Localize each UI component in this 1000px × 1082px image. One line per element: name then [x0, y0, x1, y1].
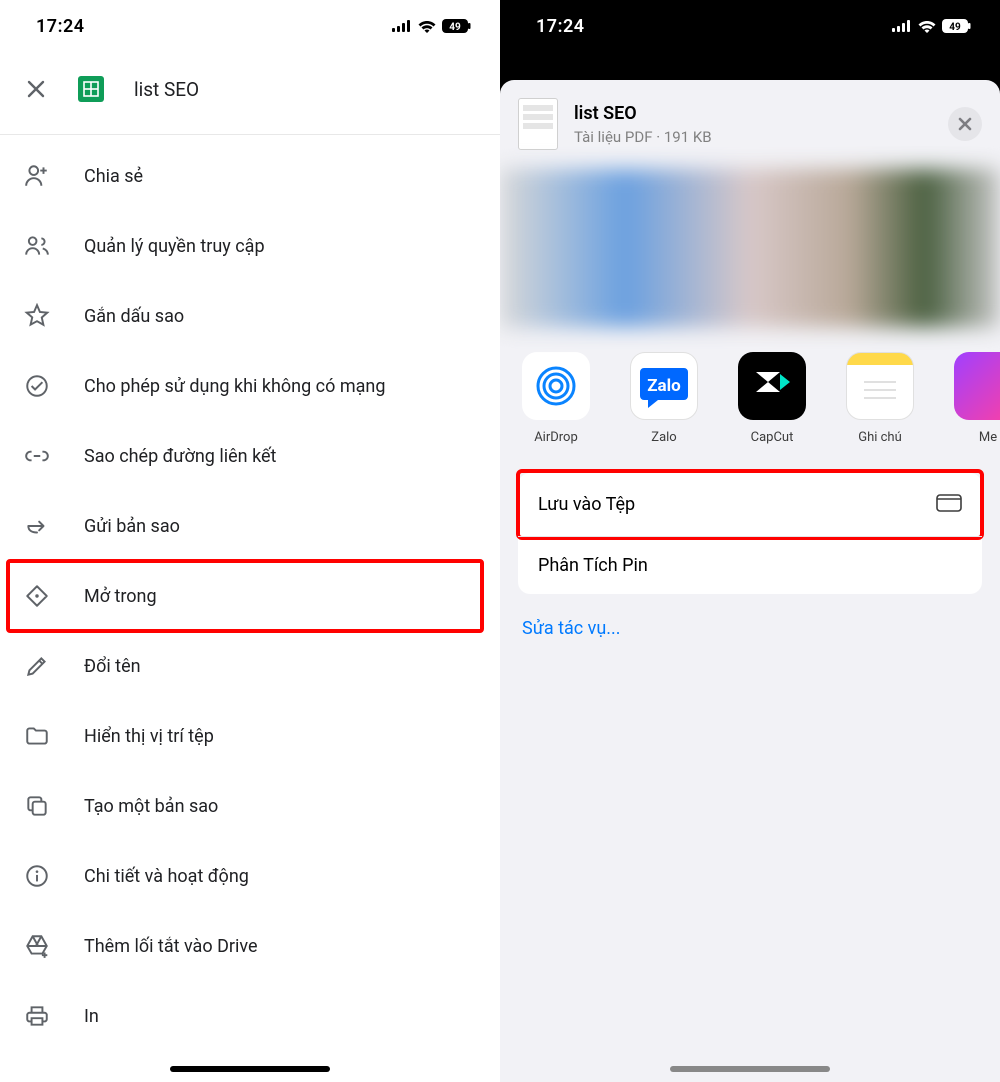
menu-item-label: Sao chép đường liên kết — [84, 446, 276, 467]
link-icon — [24, 443, 50, 469]
menu-item-label: Mở trong — [84, 586, 157, 607]
menu-item-link[interactable]: Sao chép đường liên kết — [0, 421, 500, 491]
edit-actions-link[interactable]: Sửa tác vụ... — [500, 594, 1000, 663]
menu-item-label: Quản lý quyền truy cập — [84, 236, 265, 257]
wifi-icon — [918, 20, 936, 33]
share-sheet: list SEO Tài liệu PDF · 191 KB AirDrop Za… — [500, 80, 1000, 1082]
menu-item-open-in[interactable]: Mở trong — [0, 561, 500, 631]
menu-item-info[interactable]: Chi tiết và hoạt động — [0, 841, 500, 911]
wifi-icon — [418, 20, 436, 33]
person-add-icon — [24, 163, 50, 189]
battery-icon: 49 — [942, 19, 972, 33]
menu-item-offline[interactable]: Cho phép sử dụng khi không có mạng — [0, 351, 500, 421]
info-icon — [24, 863, 50, 889]
status-indicators: 49 — [392, 19, 472, 33]
battery-icon: 49 — [442, 19, 472, 33]
menu-item-copy[interactable]: Tạo một bản sao — [0, 771, 500, 841]
print-icon — [24, 1003, 50, 1029]
share-app-label: Zalo — [651, 430, 676, 445]
menu-item-print[interactable]: In — [0, 981, 500, 1051]
share-app-label: AirDrop — [534, 430, 578, 445]
menu-item-people[interactable]: Quản lý quyền truy cập — [0, 211, 500, 281]
menu-item-label: Đổi tên — [84, 656, 141, 677]
menu-item-drive-shortcut[interactable]: Thêm lối tắt vào Drive — [0, 911, 500, 981]
close-icon[interactable] — [24, 77, 48, 101]
share-app-zalo[interactable]: Zalo Zalo — [626, 352, 702, 445]
highlight-box — [6, 559, 484, 633]
open-in-icon — [24, 583, 50, 609]
share-title-block: list SEO Tài liệu PDF · 191 KB — [574, 103, 932, 146]
copy-icon — [24, 793, 50, 819]
zalo-icon: Zalo — [630, 352, 698, 420]
svg-text:49: 49 — [449, 22, 461, 33]
share-preview-row[interactable] — [500, 168, 1000, 328]
menu-item-forward[interactable]: Gửi bản sao — [0, 491, 500, 561]
notes-icon — [846, 352, 914, 420]
offline-icon — [24, 373, 50, 399]
status-bar: 17:24 49 — [0, 0, 500, 52]
folder-icon — [936, 491, 962, 518]
svg-text:Zalo: Zalo — [647, 376, 681, 396]
menu-item-label: Thêm lối tắt vào Drive — [84, 936, 258, 957]
forward-icon — [24, 513, 50, 539]
menu-list: Chia sẻ Quản lý quyền truy cập Gắn dấu sao… — [0, 135, 500, 1051]
menu-item-label: Chia sẻ — [84, 166, 143, 187]
share-app-airdrop[interactable]: AirDrop — [518, 352, 594, 445]
menu-item-label: Chi tiết và hoạt động — [84, 866, 249, 887]
share-action-1[interactable]: Phân Tích Pin — [518, 536, 982, 594]
share-subtitle: Tài liệu PDF · 191 KB — [574, 128, 932, 146]
airdrop-icon — [522, 352, 590, 420]
menu-item-label: Tạo một bản sao — [84, 796, 218, 817]
share-app-label: Ghi chú — [858, 430, 902, 445]
share-apps-row: AirDrop Zalo Zalo CapCut Ghi chú Me — [500, 342, 1000, 463]
folder-icon — [24, 723, 50, 749]
share-action-0[interactable]: Lưu vào Tệp — [518, 473, 982, 536]
svg-text:49: 49 — [949, 22, 961, 33]
menu-item-label: Gắn dấu sao — [84, 306, 184, 327]
share-title: list SEO — [574, 103, 932, 124]
right-pane: 17:24 49 list SEO Tài liệu PDF · 191 KB — [500, 0, 1000, 1082]
share-action-label: Lưu vào Tệp — [538, 494, 635, 515]
pencil-icon — [24, 653, 50, 679]
menu-item-folder[interactable]: Hiển thị vị trí tệp — [0, 701, 500, 771]
menu-item-label: In — [84, 1006, 99, 1027]
status-time: 17:24 — [36, 16, 85, 37]
home-indicator — [670, 1066, 830, 1072]
share-app-notes[interactable]: Ghi chú — [842, 352, 918, 445]
menu-item-pencil[interactable]: Đổi tên — [0, 631, 500, 701]
people-icon — [24, 233, 50, 259]
status-bar: 17:24 49 — [500, 0, 1000, 52]
capcut-icon — [738, 352, 806, 420]
share-app-label: Me — [979, 430, 997, 445]
menu-item-label: Gửi bản sao — [84, 516, 180, 537]
sheets-icon — [78, 76, 104, 102]
star-icon — [24, 303, 50, 329]
document-title: list SEO — [134, 78, 199, 101]
menu-item-label: Cho phép sử dụng khi không có mạng — [84, 376, 385, 397]
left-pane: 17:24 49 list SEO Chia sẻ Quản lý quyền t… — [0, 0, 500, 1082]
menu-item-label: Hiển thị vị trí tệp — [84, 726, 214, 747]
document-header: list SEO — [0, 52, 500, 135]
status-indicators: 49 — [892, 19, 972, 33]
home-indicator — [170, 1066, 330, 1072]
status-time: 17:24 — [536, 16, 585, 37]
share-app-capcut[interactable]: CapCut — [734, 352, 810, 445]
share-action-label: Phân Tích Pin — [538, 555, 648, 576]
signal-icon — [892, 20, 912, 32]
menu-item-person-add[interactable]: Chia sẻ — [0, 141, 500, 211]
close-button[interactable] — [948, 107, 982, 141]
share-app-label: CapCut — [751, 430, 794, 445]
share-header: list SEO Tài liệu PDF · 191 KB — [500, 80, 1000, 168]
share-actions-list: Lưu vào Tệp Phân Tích Pin — [518, 473, 982, 594]
document-thumbnail — [518, 98, 558, 150]
signal-icon — [392, 20, 412, 32]
drive-shortcut-icon — [24, 933, 50, 959]
share-app-more[interactable]: Me — [950, 352, 1000, 445]
more-icon — [954, 352, 1000, 420]
menu-item-star[interactable]: Gắn dấu sao — [0, 281, 500, 351]
